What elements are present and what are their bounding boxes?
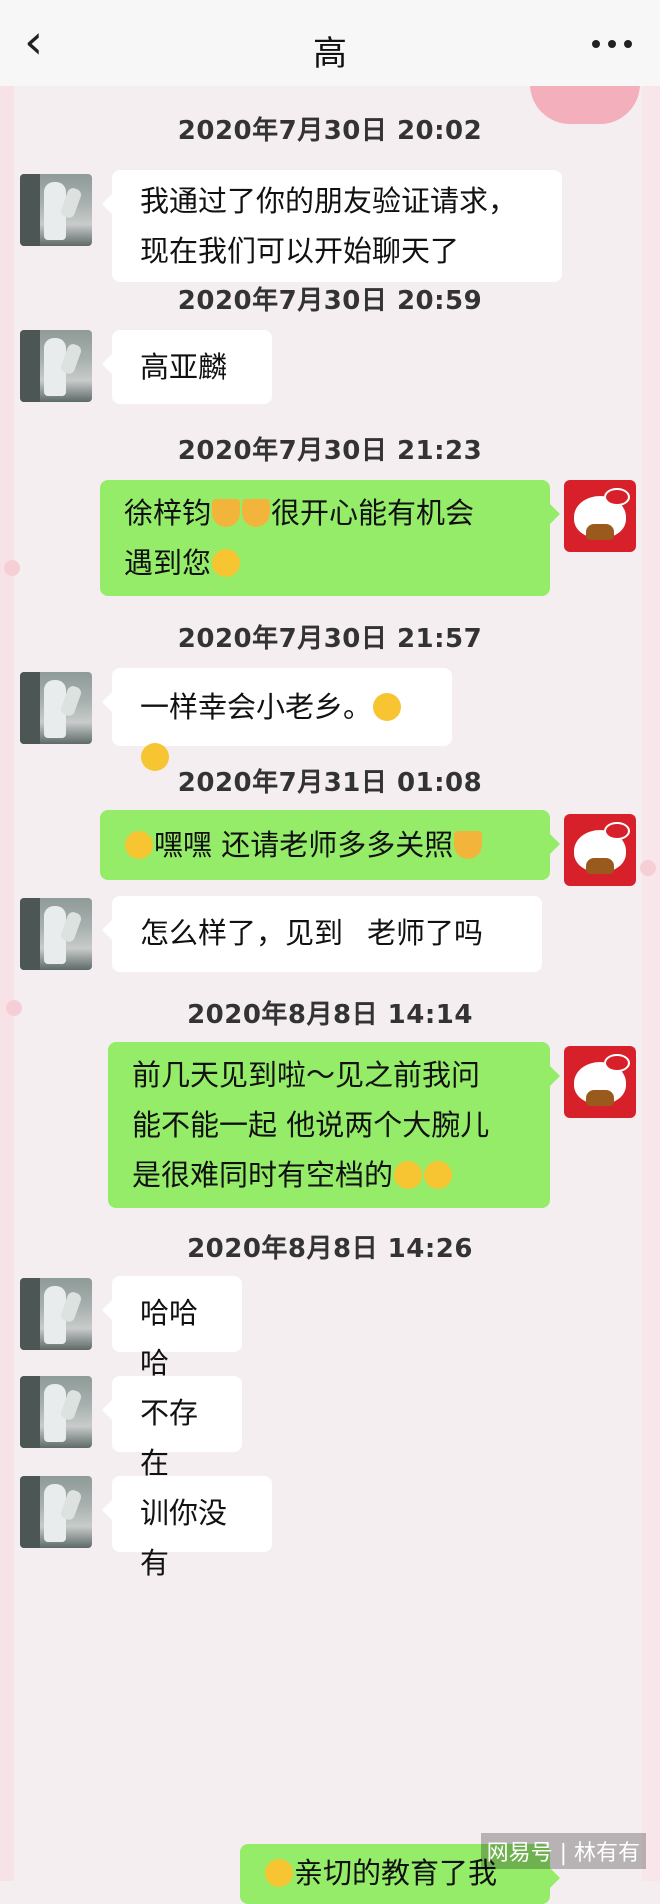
message-text: 遇到您 — [124, 546, 212, 580]
grin-emoji — [125, 831, 153, 859]
contact-avatar[interactable] — [20, 672, 92, 744]
praying-hands-emoji — [242, 499, 271, 527]
timestamp: 2020年7月31日 01:08 — [177, 768, 483, 798]
message-text: 我通过了你的朋友验证请求， 现在我们可以开始聊天了 — [140, 184, 518, 268]
chat-header: ‹ 高 — [0, 0, 660, 86]
message-text: 嘿嘿 还请老师多多关照 — [154, 828, 454, 862]
received-message[interactable]: 一样幸会小老乡。 — [102, 668, 452, 771]
message-text: 徐梓钧 — [124, 496, 212, 530]
received-message[interactable]: 怎么样了，见到 老师了吗 — [102, 896, 542, 972]
message-text: 哈哈哈 — [140, 1296, 199, 1380]
smile-emoji — [212, 549, 241, 577]
received-message[interactable]: 哈哈哈 — [102, 1276, 242, 1380]
contact-avatar[interactable] — [20, 1376, 92, 1448]
praying-hands-emoji — [212, 499, 241, 527]
sent-message[interactable]: 徐梓钧 很开心能有机会 遇到您 — [100, 480, 560, 596]
more-button[interactable] — [592, 40, 636, 50]
received-message[interactable]: 高亚麟 — [102, 330, 272, 404]
message-text: 高亚麟 — [140, 350, 228, 384]
sent-message[interactable]: 前几天见到啦～见之前我问 能不能一起 他说两个大腕儿 是很难同时有空档的 — [108, 1042, 560, 1208]
contact-avatar[interactable] — [20, 898, 92, 970]
watermark: 网易号 | 林有有 — [480, 1833, 646, 1869]
my-avatar[interactable] — [564, 1046, 636, 1118]
received-message[interactable]: 不存在 — [102, 1376, 242, 1480]
tired-emoji — [394, 1161, 423, 1189]
message-text: 怎么样了，见到 — [140, 916, 344, 950]
received-message[interactable]: 训你没有 — [102, 1476, 272, 1580]
message-text: 老师了吗 — [367, 916, 484, 950]
sent-message[interactable]: 嘿嘿 还请老师多多关照 — [100, 810, 560, 880]
timestamp: 2020年8月8日 14:14 — [187, 1000, 473, 1030]
message-text: 很开心能有机会 — [271, 496, 475, 530]
chat-title: 高 — [313, 34, 347, 74]
message-text: 训你没有 — [140, 1496, 228, 1580]
more-dot — [608, 40, 616, 48]
contact-avatar[interactable] — [20, 174, 92, 246]
received-message[interactable]: 我通过了你的朋友验证请求， 现在我们可以开始聊天了 — [102, 170, 562, 282]
timestamp: 2020年7月30日 20:02 — [177, 116, 483, 146]
smile-emoji — [265, 1859, 293, 1887]
my-avatar[interactable] — [564, 480, 636, 552]
timestamp: 2020年8月8日 14:26 — [187, 1234, 473, 1264]
tired-emoji — [424, 1161, 453, 1189]
contact-avatar[interactable] — [20, 1476, 92, 1548]
more-dot — [624, 40, 632, 48]
message-text: 一样幸会小老乡。 — [140, 690, 373, 724]
more-dots-icon — [592, 40, 600, 48]
my-avatar[interactable] — [564, 814, 636, 886]
timestamp: 2020年7月30日 21:23 — [177, 436, 483, 466]
smile-emoji — [373, 693, 402, 721]
fist-emoji — [454, 831, 483, 859]
message-text: 不存在 — [140, 1396, 199, 1480]
contact-avatar[interactable] — [20, 330, 92, 402]
timestamp: 2020年7月30日 20:59 — [177, 286, 483, 316]
timestamp: 2020年7月30日 21:57 — [177, 624, 483, 654]
message-list[interactable]: 2020年7月30日 20:02 我通过了你的朋友验证请求， 现在我们可以开始聊… — [0, 86, 660, 1904]
message-text: 亲切的教育了我 — [294, 1856, 498, 1890]
contact-avatar[interactable] — [20, 1278, 92, 1350]
